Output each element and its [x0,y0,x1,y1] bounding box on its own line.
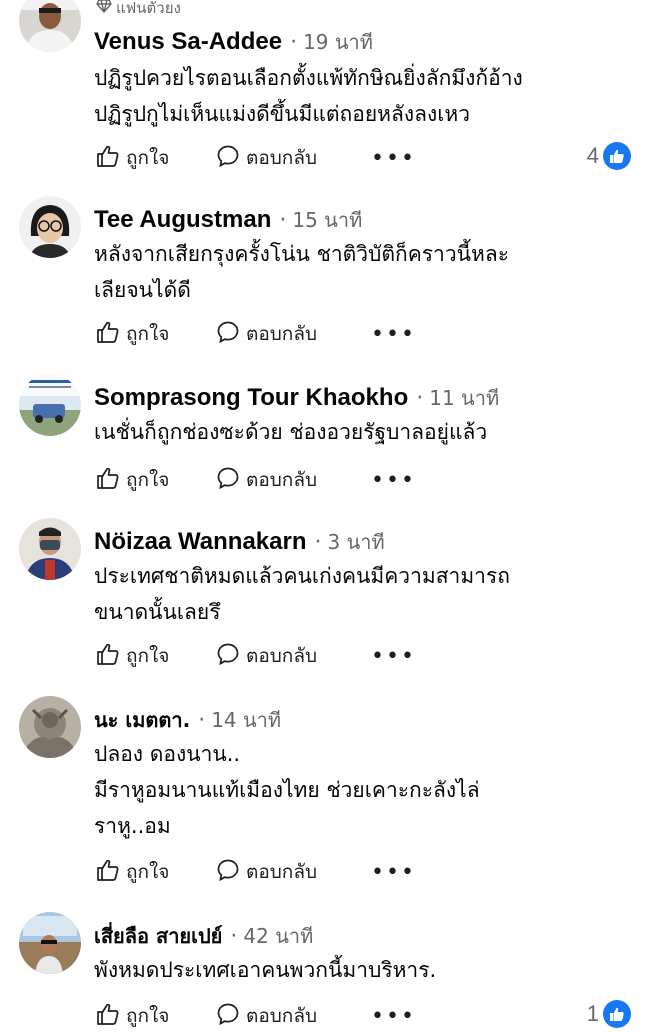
reply-button[interactable]: ตอบกลับ [216,465,371,495]
badge-label: แฟนตัวยง [116,0,181,17]
author-name[interactable]: เสี่ยลือ สายเปย์ [94,920,222,952]
separator-dot: · [198,708,206,733]
thumbs-up-icon [96,1002,120,1031]
like-label: ถูกใจ [126,861,170,883]
author-name[interactable]: Nöizaa Wannakarn [94,528,307,556]
like-label: ถูกใจ [126,323,170,345]
like-label: ถูกใจ [126,645,170,667]
author-name[interactable]: Venus Sa-Addee [94,28,282,56]
like-reaction-icon [603,142,631,170]
comment-text: หลังจากเสียกรุงครั้งโน่น ชาติวิบัติก็ครา… [94,242,509,302]
like-label: ถูกใจ [126,1005,170,1027]
author-name[interactable]: Somprasong Tour Khaokho [94,384,408,412]
speech-bubble-icon [216,858,240,887]
more-options-button[interactable]: ••• [371,322,416,347]
avatar[interactable] [19,518,81,580]
reply-button[interactable]: ตอบกลับ [216,143,371,173]
speech-bubble-icon [216,466,240,495]
reply-button[interactable]: ตอบกลับ [216,641,371,671]
comment-header: เสี่ยลือ สายเปย์ · 42 นาที [94,920,313,952]
reply-label: ตอบกลับ [246,861,318,883]
comment-header: นะ เมตตา. · 14 นาที [94,704,281,736]
reaction-count: 4 [586,143,599,168]
reply-button[interactable]: ตอบกลับ [216,319,371,349]
comment-header: Venus Sa-Addee · 19 นาที [94,26,373,58]
speech-bubble-icon [216,320,240,349]
comment-text: ประเทศชาติหมดแล้วคนเก่งคนมีความสามารถ ขน… [94,564,510,624]
comment-actions: ถูกใจ ตอบกลับ ••• [96,464,631,496]
comment-time[interactable]: 11 นาที [429,382,499,414]
speech-bubble-icon [216,144,240,173]
avatar[interactable] [19,374,81,436]
comment-text: ปลอง ดองนาน.. มีราหูอมนานแท้เมืองไทย ช่ว… [94,742,480,838]
reaction-count: 1 [586,1001,599,1026]
like-label: ถูกใจ [126,147,170,169]
separator-dot: · [416,386,424,411]
thumbs-up-icon [96,144,120,173]
thumbs-up-icon [96,466,120,495]
reply-button[interactable]: ตอบกลับ [216,1001,371,1031]
more-options-button[interactable]: ••• [371,860,416,885]
comment-actions: ถูกใจ ตอบกลับ ••• 4 [96,142,631,174]
like-label: ถูกใจ [126,469,170,491]
reply-label: ตอบกลับ [246,1005,318,1027]
more-options-button[interactable]: ••• [371,1004,416,1029]
comment-text: ปฏิรูปควยไรตอนเลือกตั้งแพ้ทักษิณยิ่งลักม… [94,66,523,126]
avatar[interactable] [19,696,81,758]
author-name[interactable]: Tee Augustman [94,206,271,234]
comment-header: Nöizaa Wannakarn · 3 นาที [94,526,385,558]
like-button[interactable]: ถูกใจ [96,143,216,173]
like-button[interactable]: ถูกใจ [96,1001,216,1031]
reply-label: ตอบกลับ [246,323,318,345]
reply-label: ตอบกลับ [246,147,318,169]
like-button[interactable]: ถูกใจ [96,465,216,495]
comment-actions: ถูกใจ ตอบกลับ ••• [96,856,631,888]
comment-time[interactable]: 3 นาที [328,526,385,558]
reply-label: ตอบกลับ [246,645,318,667]
comment-header: Somprasong Tour Khaokho · 11 นาที [94,382,499,414]
avatar[interactable] [19,912,81,974]
thumbs-up-icon [96,642,120,671]
avatar[interactable] [19,196,81,258]
comment-text: เนชั่นก็ถูกช่องซะด้วย ช่องอวยรัฐบาลอยู่แ… [94,420,488,444]
more-options-button[interactable]: ••• [371,644,416,669]
like-button[interactable]: ถูกใจ [96,641,216,671]
reaction-summary[interactable]: 4 [587,142,631,170]
comment-actions: ถูกใจ ตอบกลับ ••• 1 [96,1000,631,1032]
comment-actions: ถูกใจ ตอบกลับ ••• [96,318,631,350]
more-options-button[interactable]: ••• [371,468,416,493]
like-button[interactable]: ถูกใจ [96,857,216,887]
like-button[interactable]: ถูกใจ [96,319,216,349]
author-name[interactable]: นะ เมตตา. [94,704,190,736]
separator-dot: · [230,924,238,949]
comment-text: พังหมดประเทศเอาคนพวกนี้มาบริหาร. [94,958,437,982]
speech-bubble-icon [216,642,240,671]
comment-header: Tee Augustman · 15 นาที [94,204,362,236]
comment-actions: ถูกใจ ตอบกลับ ••• [96,640,631,672]
comment-time[interactable]: 14 นาที [211,704,281,736]
separator-dot: · [290,30,298,55]
more-options-button[interactable]: ••• [371,146,416,171]
thumbs-up-icon [96,858,120,887]
comment-time[interactable]: 15 นาที [292,204,362,236]
top-fan-badge: แฟนตัวยง [96,0,181,20]
avatar[interactable] [19,0,81,52]
comment-time[interactable]: 19 นาที [303,26,373,58]
separator-dot: · [314,530,322,555]
comment-time[interactable]: 42 นาที [243,920,313,952]
reply-label: ตอบกลับ [246,469,318,491]
thumbs-up-icon [96,320,120,349]
speech-bubble-icon [216,1002,240,1031]
reply-button[interactable]: ตอบกลับ [216,857,371,887]
diamond-icon [96,0,112,17]
separator-dot: · [279,208,287,233]
